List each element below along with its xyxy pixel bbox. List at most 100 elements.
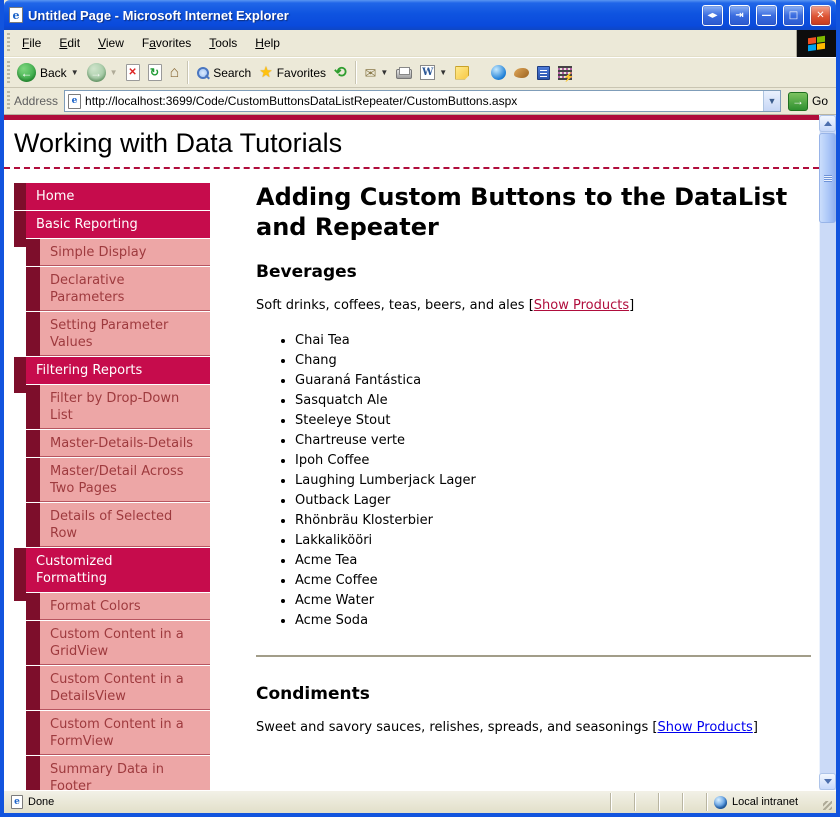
windows-logo-throbber bbox=[796, 30, 836, 57]
search-button[interactable]: Search bbox=[193, 64, 255, 82]
pan-arrows-button[interactable]: ◂▸ bbox=[702, 5, 723, 26]
nav-item-details-of-selected-row[interactable]: Details of Selected Row bbox=[14, 503, 210, 547]
scroll-down-button[interactable] bbox=[819, 773, 836, 790]
nav-accent-block bbox=[14, 548, 26, 592]
edit-word-icon: W bbox=[420, 65, 435, 80]
addon-button-1[interactable] bbox=[510, 66, 533, 80]
back-icon: ← bbox=[17, 63, 36, 82]
messenger-button[interactable] bbox=[487, 63, 510, 82]
scrollbar-thumb[interactable] bbox=[819, 133, 836, 223]
status-text: Done bbox=[28, 796, 54, 808]
menu-favorites[interactable]: Favorites bbox=[133, 31, 200, 55]
edit-button[interactable]: W ▼ bbox=[416, 63, 451, 82]
nav-item-setting-parameter-values[interactable]: Setting Parameter Values bbox=[14, 312, 210, 356]
product-item: Lakkalikööri bbox=[295, 531, 811, 551]
back-dropdown-icon[interactable]: ▼ bbox=[71, 68, 79, 77]
maximize-button[interactable]: □ bbox=[783, 5, 804, 26]
minimize-button[interactable]: — bbox=[756, 5, 777, 26]
menu-bar-items: FileEditViewFavoritesToolsHelp bbox=[13, 31, 289, 55]
mail-dropdown-icon[interactable]: ▼ bbox=[380, 68, 388, 77]
toolbar-separator bbox=[355, 61, 357, 84]
forward-button[interactable]: → ▼ bbox=[83, 61, 122, 84]
messenger-icon bbox=[491, 65, 506, 80]
mail-button[interactable]: ✉ ▼ bbox=[361, 64, 393, 82]
menu-tools[interactable]: Tools bbox=[200, 31, 246, 55]
nav-item-custom-content-in-a-detailsview[interactable]: Custom Content in a DetailsView bbox=[14, 666, 210, 710]
product-item: Chartreuse verte bbox=[295, 431, 811, 451]
history-button[interactable]: ⟲ bbox=[330, 63, 351, 82]
globe-icon bbox=[714, 796, 727, 809]
nav-accent-block bbox=[26, 503, 40, 547]
nav-item-home[interactable]: Home bbox=[14, 183, 210, 210]
nav-item-master-details-details[interactable]: Master-Details-Details bbox=[14, 430, 210, 457]
nav-item-basic-reporting[interactable]: Basic Reporting bbox=[14, 211, 210, 238]
nav-item-customized-formatting[interactable]: Customized Formatting bbox=[14, 548, 210, 592]
product-item: Acme Coffee bbox=[295, 571, 811, 591]
standard-toolbar: ← Back ▼ → ▼ ✕ ↻ ⌂ Search ★ Favorites ⟲ … bbox=[4, 57, 836, 88]
nav-item-simple-display[interactable]: Simple Display bbox=[14, 239, 210, 266]
notes-button[interactable] bbox=[451, 64, 473, 82]
scroll-up-button[interactable] bbox=[819, 115, 836, 132]
nav-item-label: Details of Selected Row bbox=[50, 508, 202, 542]
bracket-close: ] bbox=[753, 720, 758, 735]
research-icon bbox=[537, 66, 550, 80]
back-button[interactable]: ← Back ▼ bbox=[13, 61, 83, 84]
category-heading: Beverages bbox=[256, 262, 811, 282]
addon-icon bbox=[514, 68, 529, 78]
nav-item-format-colors[interactable]: Format Colors bbox=[14, 593, 210, 620]
address-dropdown-button[interactable]: ▼ bbox=[763, 91, 780, 111]
nav-item-label: Setting Parameter Values bbox=[50, 317, 202, 351]
nav-accent-block bbox=[26, 711, 40, 755]
vertical-scrollbar[interactable] bbox=[819, 115, 836, 790]
favorites-button[interactable]: ★ Favorites bbox=[255, 63, 330, 82]
nav-item-summary-data-in-footer[interactable]: Summary Data in Footer bbox=[14, 756, 210, 790]
menu-view[interactable]: View bbox=[89, 31, 133, 55]
status-bar: e Done Local intranet bbox=[4, 790, 836, 813]
bracket-close: ] bbox=[629, 298, 634, 313]
nav-item-label: Filter by Drop-Down List bbox=[50, 390, 202, 424]
addon-button-2[interactable] bbox=[554, 64, 576, 82]
nav-item-filtering-reports[interactable]: Filtering Reports bbox=[14, 357, 210, 384]
print-button[interactable] bbox=[392, 65, 416, 81]
nav-item-filter-by-drop-down-list[interactable]: Filter by Drop-Down List bbox=[14, 385, 210, 429]
toolbar-grip[interactable] bbox=[5, 91, 12, 111]
browser-window: e Untitled Page - Microsoft Internet Exp… bbox=[0, 0, 840, 817]
nav-accent-block bbox=[26, 312, 40, 356]
resize-grip[interactable] bbox=[818, 791, 834, 813]
menu-help[interactable]: Help bbox=[246, 31, 289, 55]
show-products-link[interactable]: Show Products bbox=[534, 298, 629, 313]
refresh-button[interactable]: ↻ bbox=[144, 62, 166, 83]
nav-item-custom-content-in-a-gridview[interactable]: Custom Content in a GridView bbox=[14, 621, 210, 665]
status-page-icon: e bbox=[11, 795, 23, 809]
home-button[interactable]: ⌂ bbox=[166, 63, 184, 83]
edit-dropdown-icon[interactable]: ▼ bbox=[439, 68, 447, 77]
status-panel bbox=[658, 793, 682, 811]
product-item: Ipoh Coffee bbox=[295, 451, 811, 471]
toolbar-grip[interactable] bbox=[5, 33, 12, 53]
back-label: Back bbox=[40, 66, 67, 80]
nav-item-label: Customized Formatting bbox=[36, 553, 174, 587]
toolbar-grip[interactable] bbox=[5, 61, 12, 84]
nav-item-master-detail-across-two-pages[interactable]: Master/Detail Across Two Pages bbox=[14, 458, 210, 502]
menu-file[interactable]: File bbox=[13, 31, 50, 55]
nav-accent-block bbox=[26, 385, 40, 429]
nav-item-label: Declarative Parameters bbox=[50, 272, 202, 306]
research-button[interactable] bbox=[533, 64, 554, 82]
zone-text: Local intranet bbox=[732, 796, 798, 808]
stop-button[interactable]: ✕ bbox=[122, 62, 144, 83]
show-products-link[interactable]: Show Products bbox=[657, 720, 752, 735]
nav-item-declarative-parameters[interactable]: Declarative Parameters bbox=[14, 267, 210, 311]
go-button[interactable]: → Go bbox=[781, 92, 834, 111]
mail-icon: ✉ bbox=[365, 66, 377, 80]
address-input[interactable]: e http://localhost:3699/Code/CustomButto… bbox=[64, 90, 781, 112]
nav-item-custom-content-in-a-formview[interactable]: Custom Content in a FormView bbox=[14, 711, 210, 755]
category-description-text: Sweet and savory sauces, relishes, sprea… bbox=[256, 720, 657, 735]
title-bar[interactable]: e Untitled Page - Microsoft Internet Exp… bbox=[4, 0, 836, 30]
category-description-text: Soft drinks, coffees, teas, beers, and a… bbox=[256, 298, 534, 313]
close-button[interactable]: ✕ bbox=[810, 5, 831, 26]
menu-edit[interactable]: Edit bbox=[50, 31, 89, 55]
detach-button[interactable]: ⇥ bbox=[729, 5, 750, 26]
product-item: Steeleye Stout bbox=[295, 411, 811, 431]
forward-dropdown-icon: ▼ bbox=[110, 68, 118, 77]
nav-item-label: Master-Details-Details bbox=[50, 435, 193, 452]
